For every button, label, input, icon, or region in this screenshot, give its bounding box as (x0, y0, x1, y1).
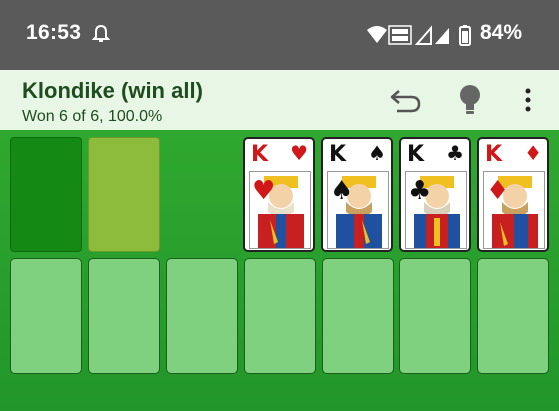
foundation-clubs[interactable]: K ♣ ♣ (399, 137, 471, 252)
card-rank: K (329, 142, 347, 167)
card-rank: K (407, 142, 425, 167)
tableau-pile-2[interactable] (88, 258, 160, 374)
tableau-pile-3[interactable] (166, 258, 238, 374)
tableau-pile-1[interactable] (10, 258, 82, 374)
foundation-diamonds[interactable]: K ♦ ♦ (477, 137, 549, 252)
hint-button[interactable] (452, 82, 488, 118)
undo-button[interactable] (388, 82, 424, 118)
card-suit: ♣ (446, 141, 464, 165)
card-table: K ♥ ♥ K ♠ ♠ K ♣ ♣ K ♦ ♦ (0, 130, 559, 411)
volte-icon (388, 25, 412, 45)
king-face-image: ♥ (249, 171, 311, 249)
more-options-button[interactable] (510, 82, 546, 118)
card-rank: K (485, 142, 503, 167)
more-vert-icon (525, 88, 531, 112)
battery-percent: 84% (480, 21, 523, 44)
foundation-hearts[interactable]: K ♥ ♥ (243, 137, 315, 252)
signal-icon-2 (435, 28, 449, 44)
card-suit: ♥ (290, 141, 308, 165)
card-suit: ♠ (368, 141, 386, 165)
game-stats: Won 6 of 6, 100.0% (22, 108, 163, 125)
app-bar: Klondike (win all) Won 6 of 6, 100.0% (0, 70, 559, 130)
tableau-pile-5[interactable] (322, 258, 394, 374)
undo-icon (390, 90, 421, 113)
wifi-icon (367, 26, 387, 43)
waste-pile[interactable] (88, 137, 160, 252)
clock: 16:53 (26, 21, 82, 44)
tableau-pile-4[interactable] (244, 258, 316, 374)
status-icons (367, 25, 471, 46)
card-rank: K (251, 142, 269, 167)
king-face-image: ♦ (483, 171, 545, 249)
foundation-spades[interactable]: K ♠ ♠ (321, 137, 393, 252)
game-title: Klondike (win all) (22, 78, 203, 103)
stock-pile[interactable] (10, 137, 82, 252)
face-suit: ♠ (330, 176, 354, 206)
face-suit: ♥ (252, 176, 276, 206)
tableau-pile-6[interactable] (399, 258, 471, 374)
face-suit: ♣ (408, 176, 432, 206)
lightbulb-icon (460, 85, 480, 114)
card-suit: ♦ (524, 141, 542, 165)
tableau-pile-7[interactable] (477, 258, 549, 374)
face-suit: ♦ (486, 176, 510, 206)
king-face-image: ♣ (405, 171, 467, 249)
king-face-image: ♠ (327, 171, 389, 249)
notification-bell-icon (92, 24, 110, 42)
signal-icon-1 (414, 25, 432, 45)
status-bar: 16:53 84% (0, 0, 559, 70)
battery-icon (459, 25, 471, 46)
